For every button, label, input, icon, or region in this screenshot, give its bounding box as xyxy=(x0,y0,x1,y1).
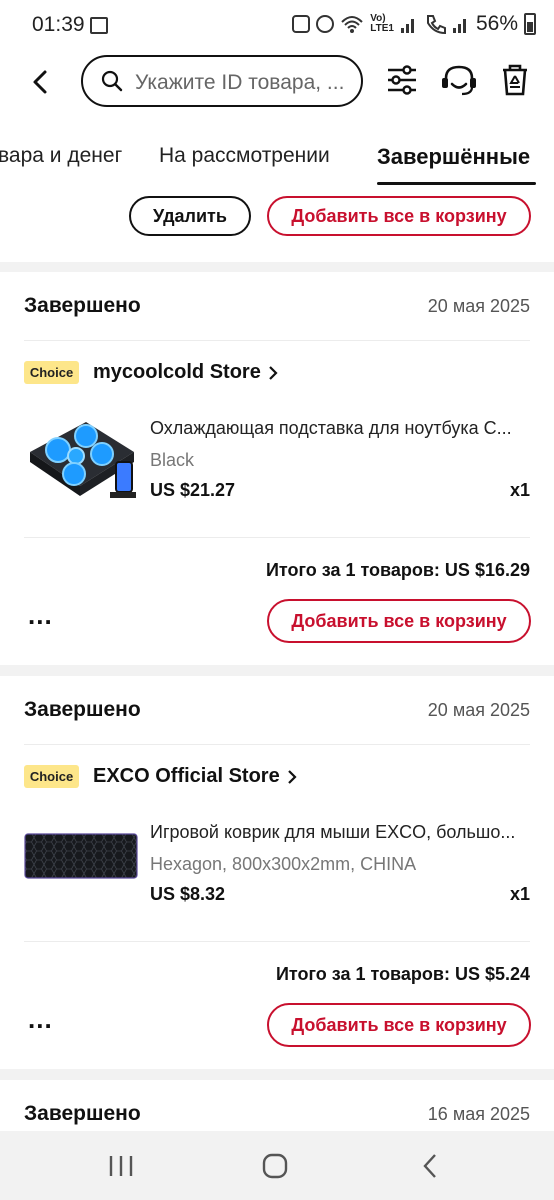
add-all-to-cart-button[interactable]: Добавить все в корзину xyxy=(267,599,531,643)
delete-order-button[interactable]: Удалить xyxy=(129,196,251,236)
back-nav-icon[interactable] xyxy=(416,1151,446,1181)
order-card[interactable]: Завершено 16 мая 2025 xyxy=(0,1080,554,1131)
status-icons: Vo) LTE1 56% xyxy=(292,12,536,36)
tab-returns[interactable]: вара и денег xyxy=(0,144,122,168)
search-placeholder: Укажите ID товара, ... xyxy=(135,71,345,94)
recent-apps-icon[interactable] xyxy=(106,1151,136,1181)
home-icon[interactable] xyxy=(260,1151,290,1181)
signal-2-icon xyxy=(452,19,466,33)
battery-percent: 56% xyxy=(475,12,518,35)
volte-label: Vo) LTE1 xyxy=(370,13,394,34)
choice-badge: Choice xyxy=(24,361,79,384)
order-status: Завершено xyxy=(24,698,141,721)
signal-icon xyxy=(400,19,414,33)
status-time: 01:39 xyxy=(32,13,85,36)
gallery-notification-icon xyxy=(90,17,108,34)
more-options-button[interactable]: ... xyxy=(28,602,53,628)
tab-under-review[interactable]: На рассмотрении xyxy=(159,144,330,168)
chevron-right-icon xyxy=(287,769,297,784)
order-date: 16 мая 2025 xyxy=(427,1104,530,1124)
product-image-mouse-pad[interactable] xyxy=(24,833,138,879)
recycle-bin-icon[interactable] xyxy=(498,63,532,97)
product-price: US $21.27 xyxy=(150,480,236,500)
add-all-to-cart-button[interactable]: Добавить все в корзину xyxy=(267,196,531,236)
product-quantity: x1 xyxy=(509,480,530,500)
product-quantity: x1 xyxy=(509,884,530,904)
chevron-right-icon xyxy=(269,365,278,380)
wifi-icon xyxy=(341,16,363,33)
product-price: US $8.32 xyxy=(150,884,226,904)
store-link[interactable]: EXCO Official Store xyxy=(93,765,298,788)
store-link[interactable]: mycoolcold Store xyxy=(93,361,279,384)
search-input[interactable]: Укажите ID товара, ... xyxy=(81,55,363,107)
system-navigation-bar xyxy=(0,1131,554,1200)
order-card[interactable]: Завершено 20 мая 2025 Choice EXCO Offici… xyxy=(0,676,554,1069)
add-all-to-cart-button[interactable]: Добавить все в корзину xyxy=(267,1003,531,1047)
divider xyxy=(24,537,530,538)
choice-badge: Choice xyxy=(24,765,79,788)
product-image-laptop-cooler[interactable] xyxy=(24,412,138,512)
product-variant: Hexagon, 800x300x2mm, CHINA xyxy=(150,854,417,874)
orders-list: Удалить Добавить все в корзину Завершено… xyxy=(0,190,554,1131)
search-icon xyxy=(101,70,123,92)
headset-icon[interactable] xyxy=(440,63,478,97)
order-total: Итого за 1 товаров: US $5.24 xyxy=(275,964,530,984)
order-status: Завершено xyxy=(24,294,141,317)
order-date: 20 мая 2025 xyxy=(427,296,530,316)
tab-completed[interactable]: Завершённые xyxy=(377,144,530,170)
order-date: 20 мая 2025 xyxy=(427,700,530,720)
battery-icon xyxy=(524,13,536,35)
app-notification-icon xyxy=(292,15,311,33)
store-name: mycoolcold Store xyxy=(93,361,261,383)
active-tab-indicator xyxy=(377,182,536,185)
product-title[interactable]: Охлаждающая подставка для ноутбука C... xyxy=(150,418,532,439)
call-icon xyxy=(426,15,446,35)
status-bar: 01:39 Vo) LTE1 56% xyxy=(0,0,554,52)
order-status: Завершено xyxy=(24,1102,141,1125)
top-app-bar: Укажите ID товара, ... xyxy=(0,52,554,116)
divider xyxy=(24,941,530,942)
order-card-partial: Удалить Добавить все в корзину xyxy=(0,190,554,262)
divider xyxy=(24,744,530,745)
filter-sliders-icon[interactable] xyxy=(385,63,419,97)
order-card[interactable]: Завершено 20 мая 2025 Choice mycoolcold … xyxy=(0,272,554,665)
order-tabs: вара и денег На рассмотрении Завершённые xyxy=(0,116,554,190)
product-variant: Black xyxy=(150,450,195,470)
order-total: Итого за 1 товаров: US $16.29 xyxy=(265,560,530,580)
product-title[interactable]: Игровой коврик для мыши EXCO, большо... xyxy=(150,822,532,843)
more-options-button[interactable]: ... xyxy=(28,1006,53,1032)
alarm-icon xyxy=(316,15,335,33)
store-name: EXCO Official Store xyxy=(93,765,280,787)
divider xyxy=(24,340,530,341)
back-icon[interactable] xyxy=(28,66,54,98)
